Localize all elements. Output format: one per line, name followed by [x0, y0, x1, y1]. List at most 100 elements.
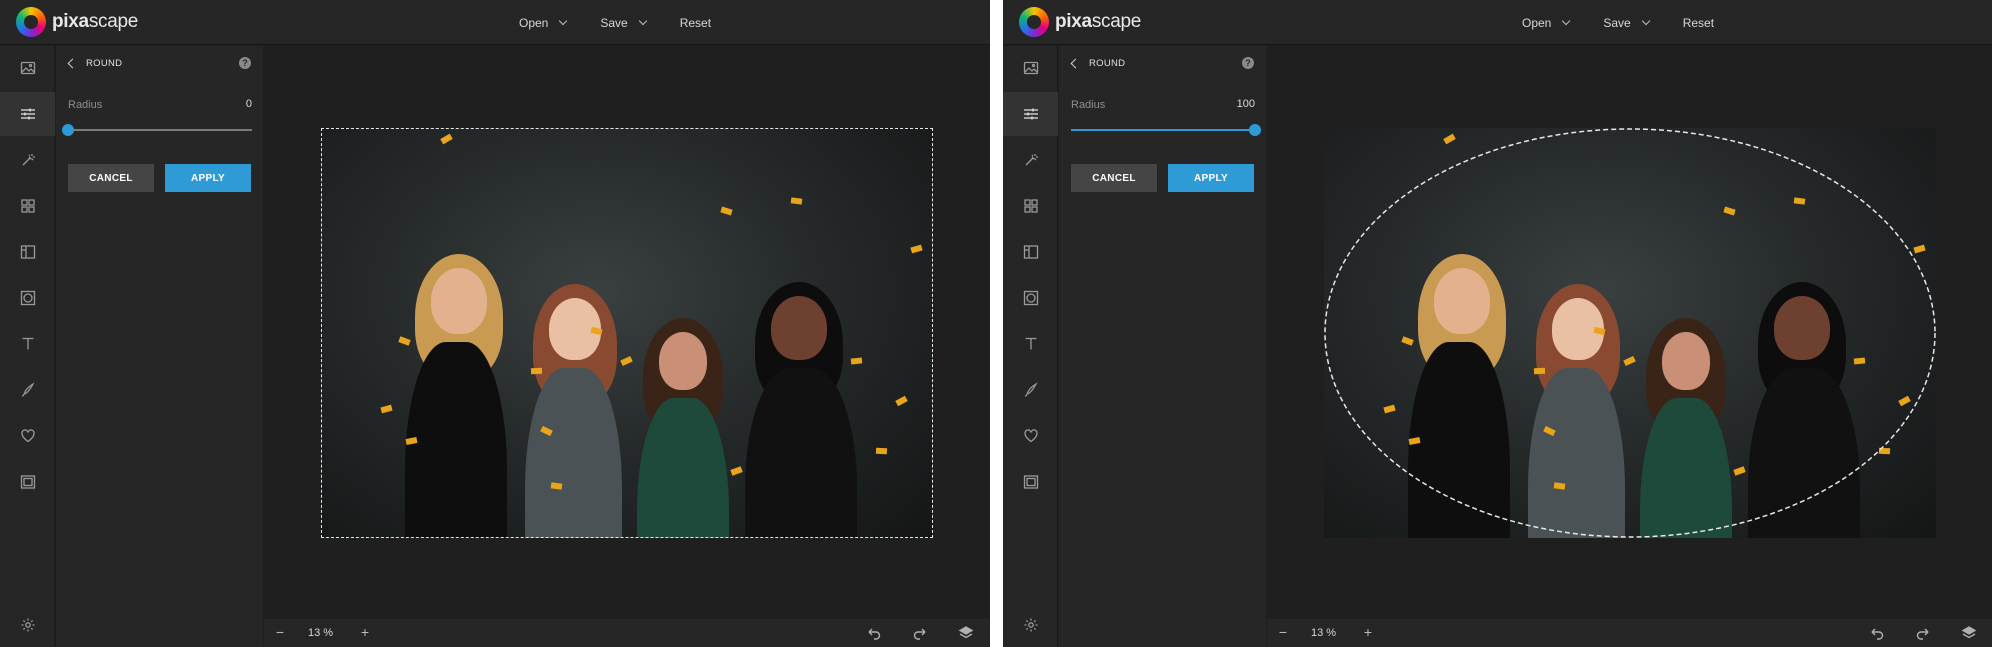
rail-border-button[interactable]: [0, 460, 55, 504]
confetti-piece: [1533, 367, 1546, 375]
slider-thumb[interactable]: [1249, 124, 1261, 136]
confetti-piece: [380, 404, 393, 414]
face: [1434, 268, 1490, 334]
magic-wand-icon: [22, 154, 35, 166]
rail-grid-button[interactable]: [0, 184, 55, 228]
zoom-out-button[interactable]: −: [1276, 625, 1290, 639]
rail-vignette-button[interactable]: [0, 276, 55, 320]
zoom-out-button[interactable]: −: [273, 625, 287, 639]
confetti-piece: [1878, 447, 1891, 455]
round-panel: ROUND ? Radius 100 CANCEL APPLY: [1059, 46, 1266, 647]
confetti-piece: [1793, 197, 1806, 205]
pixascape-logo-icon: [16, 7, 46, 37]
confetti-piece: [875, 447, 888, 455]
undo-button[interactable]: [866, 625, 882, 641]
panel-header: ROUND ?: [56, 46, 263, 80]
confetti-piece: [910, 244, 923, 254]
apply-button[interactable]: APPLY: [1168, 164, 1254, 192]
person-figure: [1404, 228, 1514, 538]
confetti-piece: [895, 395, 908, 407]
canvas-area[interactable]: [1267, 46, 1992, 619]
redo-icon: [913, 628, 926, 640]
rail-adjust-sliders-button[interactable]: [0, 92, 55, 136]
save-menu[interactable]: Save: [1603, 16, 1650, 30]
adjust-sliders-icon: [1023, 108, 1038, 120]
person-figure: [401, 228, 511, 538]
rail-settings-button[interactable]: [1003, 603, 1058, 647]
logo[interactable]: pixascape: [16, 7, 138, 37]
confetti-piece: [1443, 133, 1456, 145]
layers-icon: [958, 626, 974, 639]
reset-button[interactable]: Reset: [680, 16, 711, 30]
layers-button[interactable]: [1961, 625, 1977, 641]
radius-slider[interactable]: [62, 124, 252, 136]
zoom-level: 13 %: [308, 627, 334, 639]
outfit: [405, 342, 507, 538]
cancel-button[interactable]: CANCEL: [68, 164, 154, 192]
save-menu[interactable]: Save: [600, 16, 647, 30]
rail-adjust-sliders-button[interactable]: [1003, 92, 1058, 136]
radius-value: 100: [1236, 98, 1255, 110]
redo-button[interactable]: [912, 625, 928, 641]
tool-rail: [0, 46, 55, 647]
rail-image-button[interactable]: [0, 46, 55, 90]
rail-grid-button[interactable]: [1003, 184, 1058, 228]
panel-header: ROUND ?: [1059, 46, 1266, 80]
back-chevron-icon[interactable]: [1070, 58, 1081, 69]
grid-icon: [1023, 199, 1038, 213]
rail-text-button[interactable]: [0, 322, 55, 366]
radius-slider[interactable]: [1071, 124, 1261, 136]
layers-button[interactable]: [958, 625, 974, 641]
editor-window-after: pixascape Open Save Reset ROUND ? Radius…: [1003, 0, 1992, 647]
radius-label: Radius: [1071, 99, 1106, 111]
undo-icon: [1871, 628, 1884, 640]
zoom-in-button[interactable]: +: [358, 625, 372, 639]
confetti-piece: [1913, 244, 1926, 254]
chevron-down-icon: [638, 16, 647, 25]
redo-icon: [1916, 628, 1929, 640]
canvas-area[interactable]: [264, 46, 990, 619]
rail-magic-wand-button[interactable]: [0, 138, 55, 182]
confetti-piece: [530, 367, 543, 375]
logo[interactable]: pixascape: [1019, 7, 1141, 37]
rail-brush-button[interactable]: [1003, 368, 1058, 412]
slider-thumb[interactable]: [62, 124, 74, 136]
rail-brush-button[interactable]: [0, 368, 55, 412]
help-icon[interactable]: ?: [239, 57, 251, 69]
rail-settings-button[interactable]: [0, 603, 55, 647]
top-bar: pixascape Open Save Reset: [0, 0, 990, 45]
outfit: [525, 368, 622, 538]
rail-vignette-button[interactable]: [1003, 276, 1058, 320]
outfit: [1528, 368, 1625, 538]
face: [771, 296, 827, 360]
frame-layout-icon: [20, 245, 35, 259]
open-menu[interactable]: Open: [519, 16, 568, 30]
border-icon: [20, 475, 35, 489]
slider-fill: [1071, 129, 1255, 131]
back-chevron-icon[interactable]: [67, 58, 78, 69]
rail-frame-layout-button[interactable]: [0, 230, 55, 274]
bottom-bar: − 13 % +: [264, 619, 990, 647]
rail-image-button[interactable]: [1003, 46, 1058, 90]
rail-frame-layout-button[interactable]: [1003, 230, 1058, 274]
zoom-in-button[interactable]: +: [1361, 625, 1375, 639]
top-bar: pixascape Open Save Reset: [1003, 0, 1992, 45]
grid-icon: [20, 199, 35, 213]
face: [431, 268, 487, 334]
image-icon: [1023, 61, 1038, 75]
reset-button[interactable]: Reset: [1683, 16, 1714, 30]
rail-heart-button[interactable]: [0, 414, 55, 458]
undo-button[interactable]: [1869, 625, 1885, 641]
apply-button[interactable]: APPLY: [165, 164, 251, 192]
cancel-button[interactable]: CANCEL: [1071, 164, 1157, 192]
adjust-sliders-icon: [20, 108, 35, 120]
rail-text-button[interactable]: [1003, 322, 1058, 366]
open-menu[interactable]: Open: [1522, 16, 1571, 30]
rail-magic-wand-button[interactable]: [1003, 138, 1058, 182]
rail-border-button[interactable]: [1003, 460, 1058, 504]
help-icon[interactable]: ?: [1242, 57, 1254, 69]
chevron-down-icon: [1562, 16, 1571, 25]
redo-button[interactable]: [1915, 625, 1931, 641]
rail-heart-button[interactable]: [1003, 414, 1058, 458]
tool-rail: [1003, 46, 1058, 647]
